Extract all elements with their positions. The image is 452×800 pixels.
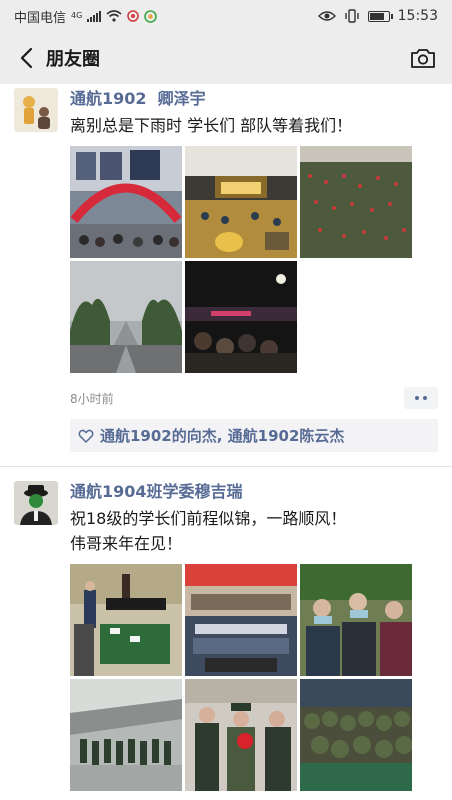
post-author[interactable]: 通航1902 卿泽宇: [70, 88, 438, 110]
post-author[interactable]: 通航1904班学委穆吉瑞: [70, 481, 438, 503]
moments-feed[interactable]: 通航1902 卿泽宇 离别总是下雨时 学长们 部队等着我们！ 8小时前 通航19…: [0, 84, 452, 800]
message-notification-icon: [144, 9, 158, 23]
photo-thumbnail[interactable]: [300, 679, 412, 791]
wifi-icon: [106, 10, 122, 22]
post-text: 祝18级的学长们前程似锦，一路顺风！ 伟哥来年在见！: [70, 509, 347, 553]
chevron-left-icon: [20, 47, 33, 69]
photo-thumbnail[interactable]: [70, 146, 182, 258]
photo-thumbnail[interactable]: [300, 564, 412, 676]
eye-icon: [317, 11, 336, 21]
avatar[interactable]: [14, 481, 58, 525]
more-actions-button[interactable]: [404, 387, 438, 409]
app-notification-icon: [127, 10, 140, 22]
post-meta: 8小时前: [70, 387, 438, 409]
camera-icon: [411, 49, 435, 68]
back-button[interactable]: [14, 43, 38, 73]
photo-thumbnail[interactable]: [300, 146, 412, 258]
moment-post: 通航1902 卿泽宇 离别总是下雨时 学长们 部队等着我们！ 8小时前 通航19…: [0, 84, 452, 452]
photo-thumbnail[interactable]: [185, 261, 297, 373]
photo-grid: [70, 564, 438, 791]
signal-icon: [87, 10, 102, 22]
dot-icon: [423, 396, 427, 400]
page-title: 朋友圈: [46, 49, 100, 70]
post-text: 离别总是下雨时 学长们 部队等着我们！: [70, 116, 353, 135]
battery-icon: [367, 10, 393, 22]
camera-button[interactable]: [408, 43, 438, 73]
heart-icon: [78, 429, 94, 443]
photo-thumbnail[interactable]: [70, 564, 182, 676]
photo-thumbnail[interactable]: [185, 146, 297, 258]
likes-names[interactable]: 通航1902的向杰, 通航1902陈云杰: [100, 425, 344, 446]
network-label: 4G: [71, 10, 83, 20]
dot-icon: [415, 396, 419, 400]
moment-post: 通航1904班学委穆吉瑞 祝18级的学长们前程似锦，一路顺风！ 伟哥来年在见！: [0, 467, 452, 791]
post-time: 8小时前: [70, 391, 114, 406]
clock-time: 15:53: [397, 8, 438, 24]
likes-bar: 通航1902的向杰, 通航1902陈云杰: [70, 419, 438, 452]
photo-thumbnail[interactable]: [70, 679, 182, 791]
nav-bar: 朋友圈: [0, 32, 452, 84]
moment-post-partial: [0, 791, 452, 800]
photo-grid: [70, 146, 438, 373]
vibrate-icon: [344, 9, 359, 23]
carrier-label: 中国电信: [14, 10, 67, 26]
avatar[interactable]: [14, 88, 58, 132]
photo-thumbnail[interactable]: [70, 261, 182, 373]
status-bar: 中国电信 4G 15:53: [0, 0, 452, 32]
photo-thumbnail[interactable]: [185, 679, 297, 791]
photo-thumbnail[interactable]: [185, 564, 297, 676]
